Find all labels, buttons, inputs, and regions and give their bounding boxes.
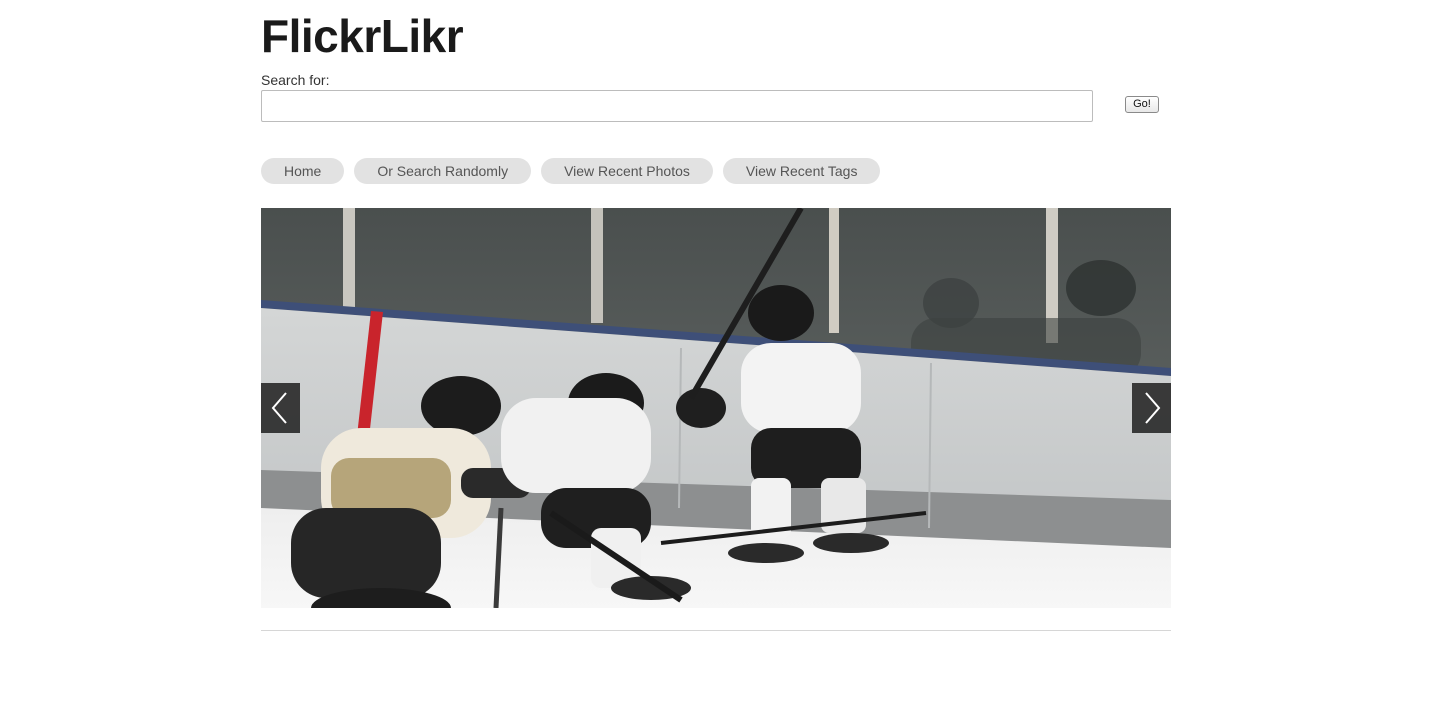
- divider: [261, 630, 1171, 631]
- slider-next-button[interactable]: [1132, 383, 1171, 433]
- photo-slider[interactable]: [261, 208, 1171, 608]
- page: FlickrLikr Search for: Go! Home Or Searc…: [0, 0, 1436, 712]
- search-input[interactable]: [261, 90, 1093, 122]
- search-label: Search for:: [261, 72, 330, 88]
- nav-recent-photos[interactable]: View Recent Photos: [541, 158, 713, 184]
- nav-search-randomly[interactable]: Or Search Randomly: [354, 158, 532, 184]
- go-button[interactable]: Go!: [1125, 96, 1159, 113]
- slider-prev-button[interactable]: [261, 383, 300, 433]
- nav-bar: Home Or Search Randomly View Recent Phot…: [261, 158, 881, 184]
- chevron-left-icon: [271, 392, 287, 424]
- nav-home[interactable]: Home: [261, 158, 345, 184]
- chevron-right-icon: [1145, 392, 1161, 424]
- site-title: FlickrLikr: [261, 10, 464, 62]
- nav-recent-tags[interactable]: View Recent Tags: [722, 158, 881, 184]
- slide-photo: [261, 208, 1171, 608]
